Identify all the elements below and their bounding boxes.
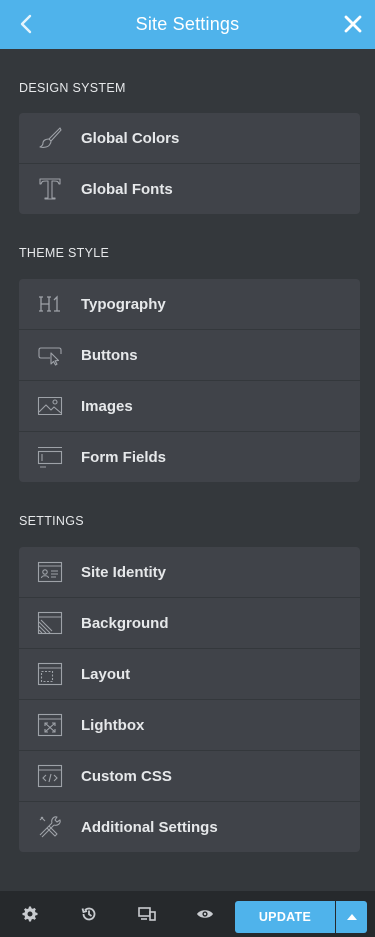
menu-item-layout[interactable]: Layout <box>19 648 360 699</box>
menu-item-label: Buttons <box>81 346 138 364</box>
responsive-mode-button[interactable] <box>135 902 159 926</box>
chevron-left-icon <box>20 14 32 34</box>
menu-item-label: Background <box>81 614 169 632</box>
id-card-icon <box>19 547 81 598</box>
menu-item-label: Global Fonts <box>81 180 173 198</box>
settings-card: Site Identity Background Layout Lightbox… <box>19 547 360 852</box>
close-button[interactable] <box>341 12 365 36</box>
responsive-icon <box>138 907 156 921</box>
section-title-settings: SETTINGS <box>19 514 84 528</box>
menu-item-images[interactable]: Images <box>19 380 360 431</box>
form-field-icon <box>19 432 81 483</box>
settings-button[interactable] <box>18 902 42 926</box>
button-pointer-icon <box>19 330 81 381</box>
menu-item-label: Images <box>81 397 133 415</box>
menu-item-buttons[interactable]: Buttons <box>19 329 360 380</box>
menu-item-label: Layout <box>81 665 131 683</box>
menu-item-label: Typography <box>81 295 166 313</box>
heading-h1-icon <box>19 279 81 330</box>
code-window-icon <box>19 751 81 802</box>
menu-item-label: Site Identity <box>81 563 167 581</box>
tools-icon <box>19 802 81 853</box>
brush-icon <box>19 113 81 164</box>
theme-style-card: Typography Buttons Images Form Fields <box>19 279 360 482</box>
text-t-icon <box>19 164 81 215</box>
section-title-design-system: DESIGN SYSTEM <box>19 81 126 95</box>
update-button[interactable]: UPDATE <box>235 901 335 933</box>
menu-item-background[interactable]: Background <box>19 597 360 648</box>
image-icon <box>19 381 81 432</box>
lightbox-icon <box>19 700 81 751</box>
background-icon <box>19 598 81 649</box>
menu-item-form-fields[interactable]: Form Fields <box>19 431 360 482</box>
history-icon <box>81 907 96 921</box>
panel-footer: UPDATE <box>0 891 375 937</box>
panel-header: Site Settings <box>0 0 375 49</box>
gear-icon <box>22 906 38 922</box>
menu-item-global-colors[interactable]: Global Colors <box>19 113 360 163</box>
design-system-card: Global Colors Global Fonts <box>19 113 360 214</box>
menu-item-label: Form Fields <box>81 448 167 466</box>
section-title-theme-style: THEME STYLE <box>19 246 110 260</box>
layout-icon <box>19 649 81 700</box>
menu-item-label: Lightbox <box>81 716 145 734</box>
menu-item-custom-css[interactable]: Custom CSS <box>19 750 360 801</box>
menu-item-typography[interactable]: Typography <box>19 279 360 329</box>
settings-content: DESIGN SYSTEM Global Colors Global Fonts… <box>0 49 375 891</box>
menu-item-label: Global Colors <box>81 129 180 147</box>
back-button[interactable] <box>14 12 38 36</box>
page-title: Site Settings <box>135 14 240 34</box>
menu-item-label: Custom CSS <box>81 767 172 785</box>
menu-item-lightbox[interactable]: Lightbox <box>19 699 360 750</box>
menu-item-additional-settings[interactable]: Additional Settings <box>19 801 360 852</box>
eye-icon <box>197 910 213 918</box>
menu-item-site-identity[interactable]: Site Identity <box>19 547 360 597</box>
close-icon <box>344 15 362 33</box>
preview-button[interactable] <box>193 902 217 926</box>
caret-up-icon <box>346 914 357 920</box>
menu-item-global-fonts[interactable]: Global Fonts <box>19 163 360 214</box>
history-button[interactable] <box>77 902 101 926</box>
update-options-button[interactable] <box>336 901 367 933</box>
menu-item-label: Additional Settings <box>81 818 218 836</box>
